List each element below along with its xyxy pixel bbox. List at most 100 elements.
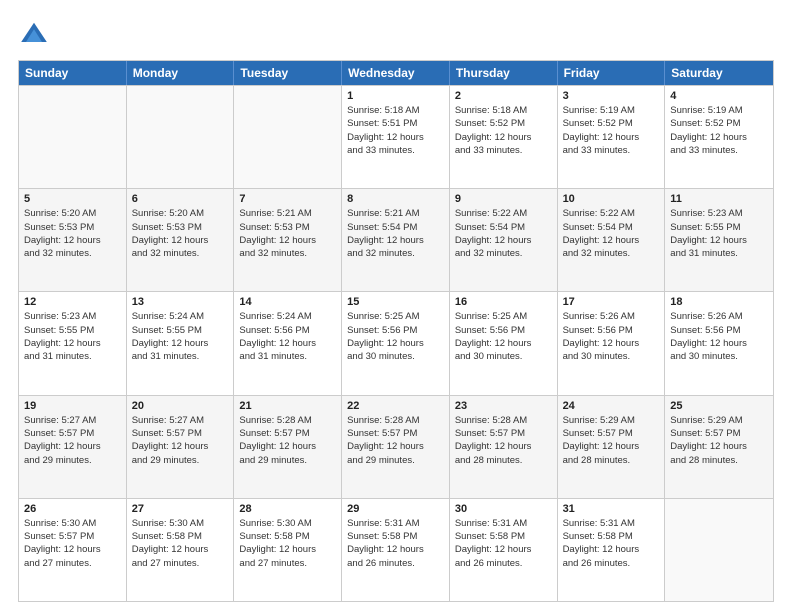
cell-info: Sunrise: 5:21 AM Sunset: 5:54 PM Dayligh… [347,207,444,260]
day-number: 31 [563,503,660,515]
calendar-cell [665,499,773,601]
calendar-cell [127,86,235,188]
calendar-cell: 11 Sunrise: 5:23 AM Sunset: 5:55 PM Dayli… [665,189,773,291]
calendar-cell: 18 Sunrise: 5:26 AM Sunset: 5:56 PM Dayli… [665,292,773,394]
calendar-cell: 21 Sunrise: 5:28 AM Sunset: 5:57 PM Dayli… [234,396,342,498]
cell-info: Sunrise: 5:30 AM Sunset: 5:58 PM Dayligh… [239,517,336,570]
day-number: 8 [347,193,444,205]
day-number: 5 [24,193,121,205]
calendar-cell: 9 Sunrise: 5:22 AM Sunset: 5:54 PM Daylig… [450,189,558,291]
calendar-cell [19,86,127,188]
calendar-cell: 31 Sunrise: 5:31 AM Sunset: 5:58 PM Dayli… [558,499,666,601]
calendar-cell: 2 Sunrise: 5:18 AM Sunset: 5:52 PM Daylig… [450,86,558,188]
cell-info: Sunrise: 5:22 AM Sunset: 5:54 PM Dayligh… [563,207,660,260]
cell-info: Sunrise: 5:31 AM Sunset: 5:58 PM Dayligh… [347,517,444,570]
cell-info: Sunrise: 5:23 AM Sunset: 5:55 PM Dayligh… [670,207,768,260]
cell-info: Sunrise: 5:18 AM Sunset: 5:52 PM Dayligh… [455,104,552,157]
logo [18,18,54,50]
calendar-cell: 17 Sunrise: 5:26 AM Sunset: 5:56 PM Dayli… [558,292,666,394]
weekday-header: Monday [127,61,235,85]
day-number: 22 [347,400,444,412]
calendar-cell: 3 Sunrise: 5:19 AM Sunset: 5:52 PM Daylig… [558,86,666,188]
calendar-row: 1Sunrise: 5:18 AM Sunset: 5:51 PM Daylig… [19,85,773,188]
calendar-cell: 26 Sunrise: 5:30 AM Sunset: 5:57 PM Dayli… [19,499,127,601]
day-number: 29 [347,503,444,515]
day-number: 24 [563,400,660,412]
calendar-row: 19 Sunrise: 5:27 AM Sunset: 5:57 PM Dayli… [19,395,773,498]
calendar-cell: 19 Sunrise: 5:27 AM Sunset: 5:57 PM Dayli… [19,396,127,498]
cell-info: Sunrise: 5:26 AM Sunset: 5:56 PM Dayligh… [563,310,660,363]
calendar-cell: 20 Sunrise: 5:27 AM Sunset: 5:57 PM Dayli… [127,396,235,498]
day-number: 28 [239,503,336,515]
calendar-cell [234,86,342,188]
weekday-header: Sunday [19,61,127,85]
weekday-header: Thursday [450,61,558,85]
calendar-cell: 10 Sunrise: 5:22 AM Sunset: 5:54 PM Dayli… [558,189,666,291]
calendar-header: SundayMondayTuesdayWednesdayThursdayFrid… [19,61,773,85]
calendar-cell: 29 Sunrise: 5:31 AM Sunset: 5:58 PM Dayli… [342,499,450,601]
cell-info: Sunrise: 5:31 AM Sunset: 5:58 PM Dayligh… [563,517,660,570]
cell-info: Sunrise: 5:25 AM Sunset: 5:56 PM Dayligh… [347,310,444,363]
cell-info: Sunrise: 5:23 AM Sunset: 5:55 PM Dayligh… [24,310,121,363]
day-number: 13 [132,296,229,308]
weekday-header: Friday [558,61,666,85]
day-number: 1 [347,90,444,102]
day-number: 2 [455,90,552,102]
cell-info: Sunrise: 5:29 AM Sunset: 5:57 PM Dayligh… [563,414,660,467]
day-number: 23 [455,400,552,412]
calendar-cell: 13 Sunrise: 5:24 AM Sunset: 5:55 PM Dayli… [127,292,235,394]
calendar-cell: 23 Sunrise: 5:28 AM Sunset: 5:57 PM Dayli… [450,396,558,498]
day-number: 21 [239,400,336,412]
day-number: 11 [670,193,768,205]
day-number: 6 [132,193,229,205]
calendar-cell: 22 Sunrise: 5:28 AM Sunset: 5:57 PM Dayli… [342,396,450,498]
cell-info: Sunrise: 5:30 AM Sunset: 5:57 PM Dayligh… [24,517,121,570]
calendar: SundayMondayTuesdayWednesdayThursdayFrid… [18,60,774,602]
cell-info: Sunrise: 5:26 AM Sunset: 5:56 PM Dayligh… [670,310,768,363]
header [18,18,774,50]
calendar-cell: 28 Sunrise: 5:30 AM Sunset: 5:58 PM Dayli… [234,499,342,601]
calendar-cell: 6Sunrise: 5:20 AM Sunset: 5:53 PM Daylig… [127,189,235,291]
page: SundayMondayTuesdayWednesdayThursdayFrid… [0,0,792,612]
calendar-row: 26 Sunrise: 5:30 AM Sunset: 5:57 PM Dayli… [19,498,773,601]
calendar-cell: 7Sunrise: 5:21 AM Sunset: 5:53 PM Daylig… [234,189,342,291]
day-number: 12 [24,296,121,308]
calendar-cell: 4Sunrise: 5:19 AM Sunset: 5:52 PM Daylig… [665,86,773,188]
day-number: 20 [132,400,229,412]
cell-info: Sunrise: 5:27 AM Sunset: 5:57 PM Dayligh… [24,414,121,467]
cell-info: Sunrise: 5:19 AM Sunset: 5:52 PM Dayligh… [563,104,660,157]
cell-info: Sunrise: 5:22 AM Sunset: 5:54 PM Dayligh… [455,207,552,260]
cell-info: Sunrise: 5:24 AM Sunset: 5:56 PM Dayligh… [239,310,336,363]
calendar-row: 12 Sunrise: 5:23 AM Sunset: 5:55 PM Dayli… [19,291,773,394]
day-number: 10 [563,193,660,205]
calendar-row: 5Sunrise: 5:20 AM Sunset: 5:53 PM Daylig… [19,188,773,291]
day-number: 27 [132,503,229,515]
day-number: 26 [24,503,121,515]
cell-info: Sunrise: 5:25 AM Sunset: 5:56 PM Dayligh… [455,310,552,363]
day-number: 14 [239,296,336,308]
day-number: 3 [563,90,660,102]
day-number: 4 [670,90,768,102]
day-number: 30 [455,503,552,515]
day-number: 7 [239,193,336,205]
calendar-cell: 16 Sunrise: 5:25 AM Sunset: 5:56 PM Dayli… [450,292,558,394]
calendar-cell: 12 Sunrise: 5:23 AM Sunset: 5:55 PM Dayli… [19,292,127,394]
logo-icon [18,18,50,50]
calendar-cell: 1Sunrise: 5:18 AM Sunset: 5:51 PM Daylig… [342,86,450,188]
cell-info: Sunrise: 5:28 AM Sunset: 5:57 PM Dayligh… [239,414,336,467]
day-number: 18 [670,296,768,308]
day-number: 15 [347,296,444,308]
cell-info: Sunrise: 5:29 AM Sunset: 5:57 PM Dayligh… [670,414,768,467]
weekday-header: Wednesday [342,61,450,85]
calendar-cell: 24 Sunrise: 5:29 AM Sunset: 5:57 PM Dayli… [558,396,666,498]
weekday-header: Tuesday [234,61,342,85]
day-number: 17 [563,296,660,308]
cell-info: Sunrise: 5:27 AM Sunset: 5:57 PM Dayligh… [132,414,229,467]
day-number: 9 [455,193,552,205]
cell-info: Sunrise: 5:28 AM Sunset: 5:57 PM Dayligh… [347,414,444,467]
day-number: 19 [24,400,121,412]
calendar-cell: 5Sunrise: 5:20 AM Sunset: 5:53 PM Daylig… [19,189,127,291]
cell-info: Sunrise: 5:24 AM Sunset: 5:55 PM Dayligh… [132,310,229,363]
day-number: 16 [455,296,552,308]
cell-info: Sunrise: 5:28 AM Sunset: 5:57 PM Dayligh… [455,414,552,467]
